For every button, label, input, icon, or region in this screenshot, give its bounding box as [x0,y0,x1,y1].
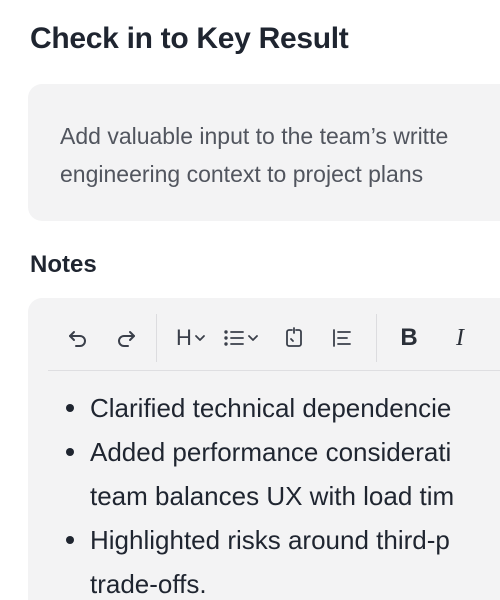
key-result-description: Add valuable input to the team’s writte … [28,84,500,221]
toolbar-divider [156,314,157,362]
code-block-icon [283,327,305,349]
check-in-page: Check in to Key Result Add valuable inpu… [0,0,500,600]
redo-button[interactable] [112,321,140,355]
bold-button[interactable]: B [394,321,424,355]
italic-label: I [456,324,464,351]
key-result-line-1: Add valuable input to the team’s writte [60,123,449,149]
editor-toolbar: H B I [48,314,500,362]
page-title: Check in to Key Result [30,22,349,55]
code-block-button[interactable] [280,321,308,355]
toolbar-divider-line [48,370,500,371]
chevron-down-icon [247,332,259,344]
notes-label: Notes [30,251,97,278]
bullet-list-icon [223,328,245,348]
undo-button[interactable] [64,321,92,355]
bold-label: B [400,324,418,351]
notes-bullet-list: Clarified technical dependencie Added pe… [64,386,500,600]
align-button[interactable] [328,321,356,355]
list-item: Highlighted risks around third-p trade-o… [64,518,500,600]
list-item: Added performance considerati team balan… [64,430,500,518]
heading-label: H [176,325,192,350]
redo-icon [115,327,137,349]
list-dropdown[interactable] [220,321,262,355]
notes-editor[interactable]: H B I Clarified technical dependencie Ad… [28,298,500,600]
list-item: Clarified technical dependencie [64,386,500,430]
key-result-line-2: engineering context to project plans [60,161,424,187]
undo-icon [67,327,89,349]
heading-dropdown[interactable]: H [172,321,210,355]
italic-button[interactable]: I [446,321,474,355]
align-left-icon [331,327,353,349]
toolbar-divider [376,314,377,362]
chevron-down-icon [194,332,206,344]
